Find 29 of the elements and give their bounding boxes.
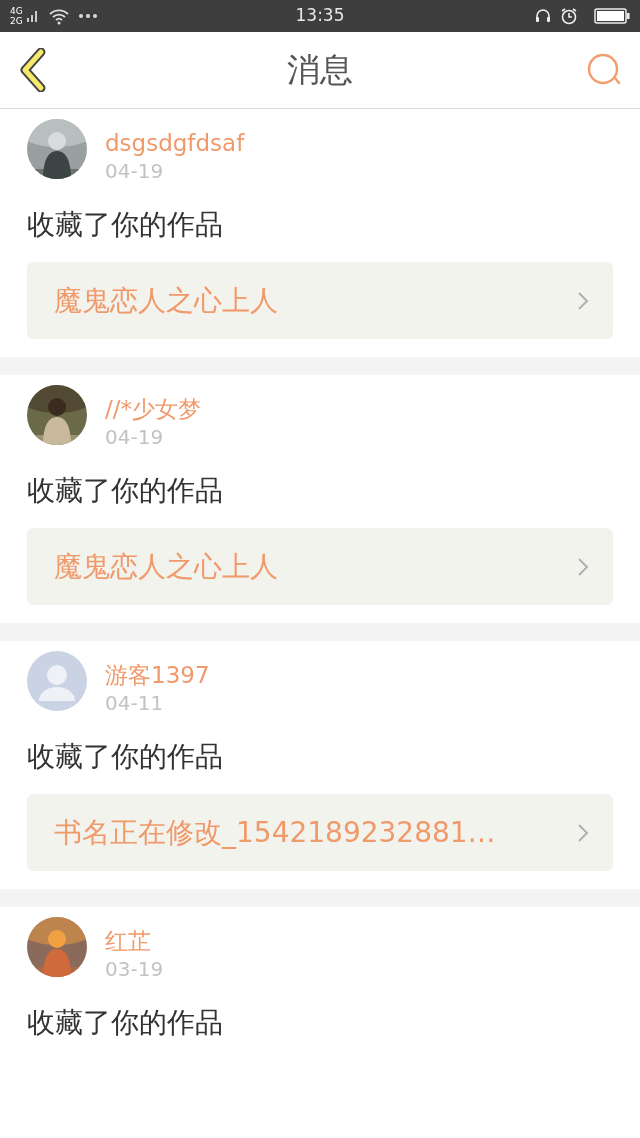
work-link[interactable]: 魔鬼恋人之心上人 xyxy=(27,528,613,605)
message-text: 收藏了你的作品 xyxy=(27,474,223,507)
network-label: 2G xyxy=(10,16,23,26)
wifi-icon xyxy=(47,7,70,25)
user-name[interactable]: //*少女梦 xyxy=(105,395,201,423)
message-text: 收藏了你的作品 xyxy=(27,208,223,241)
user-name[interactable]: dsgsdgfdsaf xyxy=(105,129,245,157)
work-link[interactable]: 书名正在修改_1542189232881… xyxy=(27,794,613,871)
message-date: 04-19 xyxy=(105,158,164,185)
chevron-icon xyxy=(577,822,589,843)
user-name[interactable]: 游客1397 xyxy=(105,661,210,689)
work-link[interactable]: 魔鬼恋人之心上人 xyxy=(27,262,613,339)
headset-icon xyxy=(534,7,552,25)
more-icon xyxy=(77,13,98,19)
chevron-icon xyxy=(577,290,589,311)
default-avatar-icon xyxy=(27,651,87,711)
message-date: 04-19 xyxy=(105,424,164,451)
message-text: 收藏了你的作品 xyxy=(27,1006,223,1039)
clock-time: 13:35 xyxy=(295,4,345,28)
message-date: 04-11 xyxy=(105,690,164,717)
battery-icon xyxy=(594,8,630,24)
message-text: 收藏了你的作品 xyxy=(27,740,223,773)
alarm-icon xyxy=(560,7,578,25)
network-label: 4G xyxy=(10,6,23,16)
signal-icon xyxy=(25,9,40,23)
user-name[interactable]: 红芷 xyxy=(105,927,151,955)
chevron-icon xyxy=(577,556,589,577)
message-date: 03-19 xyxy=(105,956,164,983)
page-title: 消息 xyxy=(287,49,353,92)
